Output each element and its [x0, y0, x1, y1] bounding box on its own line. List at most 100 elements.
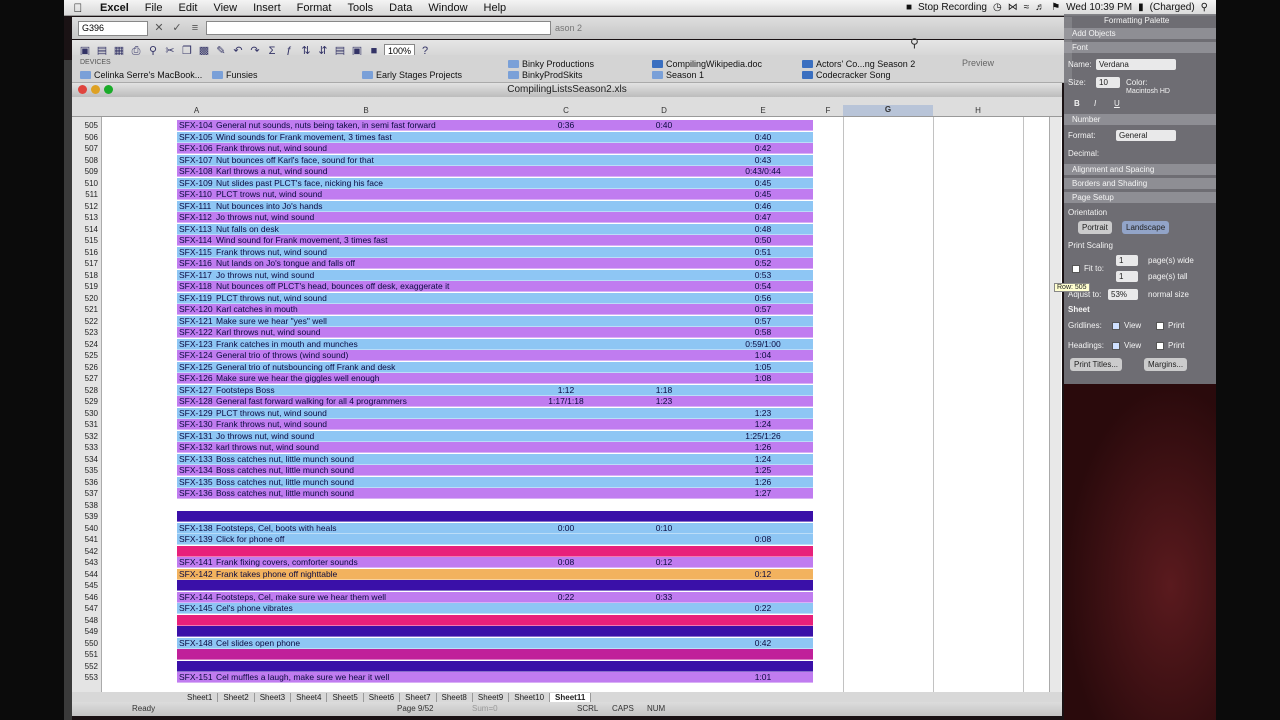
cell-a[interactable]: SFX-142 [179, 569, 217, 579]
row-number[interactable]: 528 [72, 385, 102, 396]
volume-icon[interactable]: ♬ [1035, 2, 1045, 13]
table-row[interactable]: SFX-136 Boss catches nut, little munch so… [177, 488, 813, 499]
table-row[interactable]: SFX-138 Footsteps, Cel, boots with heals 0… [177, 522, 813, 534]
cell-e[interactable]: 1:05 [713, 362, 813, 372]
section-alignment[interactable]: Alignment and Spacing [1064, 164, 1216, 175]
cell-e[interactable]: 0:56 [713, 293, 813, 303]
cell-b[interactable]: General trio of throws (wind sound) [216, 350, 516, 360]
menu-data[interactable]: Data [381, 2, 420, 14]
row-number[interactable]: 537 [72, 488, 102, 499]
menu-app[interactable]: Excel [92, 2, 137, 14]
table-row[interactable]: SFX-131 Jo throws nut, wind sound 1:25/1:2… [177, 430, 813, 442]
table-row[interactable]: SFX-107 Nut bounces off Karl's face, soun… [177, 154, 813, 166]
bluetooth-icon[interactable]: ⋈ [1008, 2, 1018, 13]
row-number[interactable]: 550 [72, 638, 102, 649]
menu-edit[interactable]: Edit [170, 2, 205, 14]
cell-e[interactable]: 0:59/1:00 [713, 339, 813, 349]
apple-icon[interactable]:  [64, 1, 92, 15]
cell-e[interactable]: 0:43/0:44 [713, 166, 813, 176]
row-number[interactable]: 539 [72, 511, 102, 522]
cell-b[interactable]: Nut bounces into Jo's hands [216, 201, 516, 211]
flag-icon[interactable]: ⚑ [1051, 2, 1060, 13]
cancel-icon[interactable]: ✕ [152, 21, 166, 35]
macbook-item[interactable]: Celinka Serre's MacBook... [80, 70, 202, 80]
cell-d[interactable]: 0:33 [615, 592, 713, 602]
cell-d[interactable]: 0:40 [615, 120, 713, 130]
row-number[interactable]: 524 [72, 339, 102, 350]
row-number[interactable]: 507 [72, 143, 102, 154]
cell-b[interactable]: Cel muffles a laugh, make sure we hear i… [216, 672, 516, 682]
clock[interactable]: Wed 10:39 PM [1066, 2, 1132, 13]
column-header-b[interactable]: B [216, 106, 516, 115]
row-number[interactable]: 516 [72, 247, 102, 258]
cell-b[interactable]: General nut sounds, nuts being taken, in… [216, 120, 516, 130]
row-number[interactable]: 521 [72, 304, 102, 315]
table-row[interactable]: SFX-115 Frank throws nut, wind sound 0:51 [177, 246, 813, 258]
menu-view[interactable]: View [205, 2, 245, 14]
row-number[interactable]: 529 [72, 396, 102, 407]
cell-a[interactable]: SFX-145 [179, 603, 217, 613]
formula-bar[interactable] [206, 21, 551, 35]
cell-e[interactable]: 0:42 [713, 143, 813, 153]
section-number[interactable]: Number [1064, 114, 1216, 125]
cell-a[interactable]: SFX-121 [179, 316, 217, 326]
row-number[interactable]: 547 [72, 603, 102, 614]
menu-insert[interactable]: Insert [245, 2, 289, 14]
menu-window[interactable]: Window [420, 2, 475, 14]
cell-b[interactable]: Footsteps Boss [216, 385, 516, 395]
headings-view-checkbox[interactable] [1112, 342, 1120, 350]
section-borders[interactable]: Borders and Shading [1064, 178, 1216, 189]
cell-d[interactable]: 1:23 [615, 396, 713, 406]
cell-b[interactable]: Nut slides past PLCT's face, nicking his… [216, 178, 516, 188]
cell-c[interactable]: 1:17/1:18 [517, 396, 615, 406]
cell-b[interactable]: Frank throws nut, wind sound [216, 247, 516, 257]
spreadsheet-grid[interactable]: 505 506 507 508 509 510 511 512 513 514 515 516 517 5… [72, 117, 1062, 692]
table-row[interactable]: SFX-112 Jo throws nut, wind sound 0:47 [177, 212, 813, 223]
row-number[interactable]: 533 [72, 442, 102, 453]
cell-a[interactable]: SFX-104 [179, 120, 217, 130]
tab-sheet6[interactable]: Sheet6 [364, 692, 401, 702]
cell-e[interactable]: 0:46 [713, 201, 813, 211]
cell-b[interactable]: Wind sounds for Frank movement, 3 times … [216, 132, 516, 142]
cell-e[interactable]: 0:51 [713, 247, 813, 257]
cell-e[interactable]: 1:08 [713, 373, 813, 383]
cell-b[interactable]: Boss catches nut, little munch sound [216, 465, 516, 475]
table-row[interactable] [177, 511, 813, 522]
cell-e[interactable]: 1:26 [713, 442, 813, 452]
cell-b[interactable]: Nut bounces off Karl's face, sound for t… [216, 155, 516, 165]
adjust-input[interactable]: 53% [1108, 289, 1138, 300]
cell-a[interactable]: SFX-105 [179, 132, 217, 142]
cell-a[interactable]: SFX-111 [179, 201, 217, 211]
cell-a[interactable]: SFX-109 [179, 178, 217, 188]
cell-b[interactable]: Jo throws nut, wind sound [216, 270, 516, 280]
column-header-d[interactable]: D [615, 106, 713, 115]
cell-a[interactable]: SFX-127 [179, 385, 217, 395]
cell-e[interactable]: 0:53 [713, 270, 813, 280]
table-row[interactable]: SFX-124 General trio of throws (wind soun… [177, 350, 813, 361]
cell-a[interactable]: SFX-133 [179, 454, 217, 464]
tab-sheet5[interactable]: Sheet5 [327, 692, 364, 702]
cell-e[interactable]: 0:58 [713, 327, 813, 337]
landscape-button[interactable]: Landscape [1122, 221, 1170, 234]
cell-a[interactable]: SFX-108 [179, 166, 217, 176]
cell-b[interactable]: Frank catches in mouth and munches [216, 339, 516, 349]
table-row[interactable]: SFX-114 Wind sound for Frank movement, 3 … [177, 235, 813, 246]
cell-e[interactable]: 1:01 [713, 672, 813, 682]
gridlines-view-checkbox[interactable] [1112, 322, 1120, 330]
row-number[interactable]: 511 [72, 189, 102, 200]
cell-a[interactable]: SFX-114 [179, 235, 217, 245]
cell-d[interactable]: 1:18 [615, 385, 713, 395]
row-number[interactable]: 523 [72, 327, 102, 338]
table-row[interactable]: SFX-111 Nut bounces into Jo's hands 0:46 [177, 200, 813, 212]
cell-b[interactable]: PLCT throws nut, wind sound [216, 293, 516, 303]
table-row[interactable]: SFX-134 Boss catches nut, little munch so… [177, 465, 813, 476]
tab-sheet11[interactable]: Sheet11 [550, 692, 592, 702]
cell-e[interactable]: 1:04 [713, 350, 813, 360]
menu-help[interactable]: Help [476, 2, 515, 14]
record-icon[interactable]: ■ [906, 2, 912, 13]
row-number[interactable]: 542 [72, 546, 102, 557]
cell-e[interactable]: 1:25/1:26 [713, 431, 813, 441]
table-row[interactable]: SFX-106 Frank throws nut, wind sound 0:42 [177, 143, 813, 154]
battery-icon[interactable]: ▮ [1138, 2, 1144, 13]
print-titles-button[interactable]: Print Titles... [1070, 358, 1123, 371]
